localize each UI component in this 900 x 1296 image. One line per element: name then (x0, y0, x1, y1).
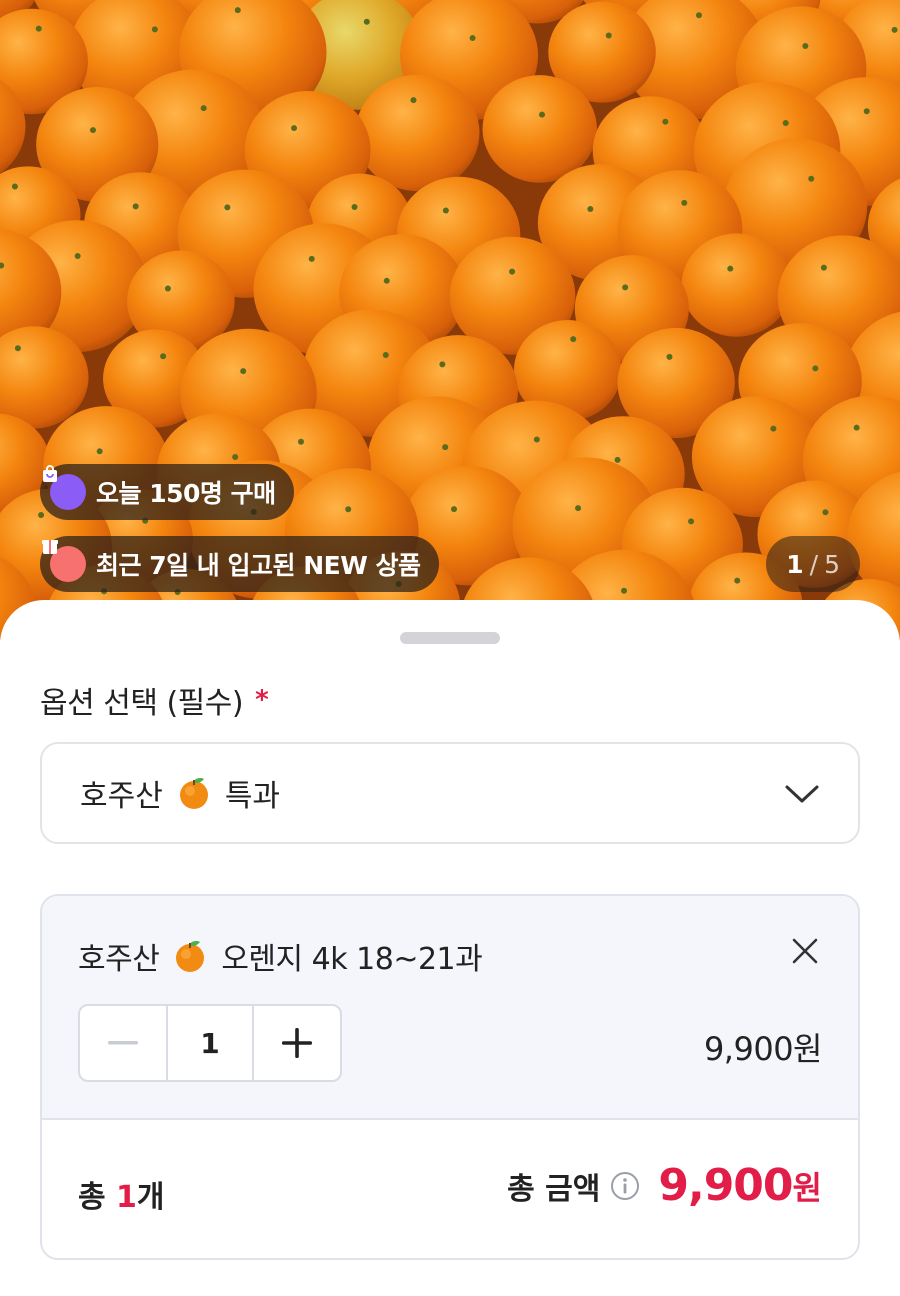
total-count-suffix: 개 (136, 1180, 165, 1215)
item-name-prefix: 호주산 (78, 942, 160, 977)
option-section-title: 옵션 선택 (필수) * (40, 678, 269, 722)
quantity-value[interactable]: 1 (166, 1006, 254, 1080)
selected-option-card: 호주산 오렌지 4k 18~21과 1 9,900원 총 1개 총 금액 9,9… (40, 894, 860, 1260)
remove-option-button[interactable] (790, 936, 820, 966)
total-count-value: 1 (116, 1180, 137, 1215)
new-arrival-badge: 최근 7일 내 입고된 NEW 상품 (40, 536, 439, 592)
close-icon (792, 938, 818, 964)
tangerine-emoji-icon (179, 778, 208, 809)
plus-icon (282, 1028, 312, 1058)
product-image[interactable]: 오늘 150명 구매 최근 7일 내 입고된 NEW 상품 1 / 5 (0, 0, 900, 640)
option-selected-suffix: 특과 (224, 779, 281, 814)
orange-fruit (482, 75, 597, 183)
image-counter-current: 1 (786, 549, 804, 579)
required-mark: * (255, 685, 269, 715)
decrease-quantity-button[interactable] (80, 1006, 166, 1080)
quantity-stepper: 1 (78, 1004, 342, 1082)
total-amount-value: 9,900 (658, 1160, 793, 1211)
gift-box-icon (42, 540, 86, 582)
option-bottom-sheet: 옵션 선택 (필수) * 호주산 특과 호주산 오렌지 4k 18~21과 1 … (0, 600, 900, 1296)
option-title-text: 옵션 선택 (필수) (40, 686, 244, 721)
orange-fruit (355, 74, 480, 192)
new-arrival-text: 최근 7일 내 입고된 NEW 상품 (96, 551, 421, 580)
info-icon[interactable] (610, 1171, 640, 1201)
total-amount: 총 금액 9,900 원 (507, 1160, 822, 1211)
item-name-suffix: 오렌지 4k 18~21과 (221, 942, 483, 977)
selected-option-name: 호주산 오렌지 4k 18~21과 (78, 934, 483, 978)
tangerine-emoji-icon (176, 941, 205, 972)
total-count: 총 1개 (78, 1172, 165, 1216)
image-counter-total: 5 (824, 549, 840, 579)
today-purchase-badge: 오늘 150명 구매 (40, 464, 294, 520)
orange-fruit (681, 233, 792, 337)
total-count-prefix: 총 (78, 1180, 117, 1215)
image-counter: 1 / 5 (766, 536, 860, 592)
order-summary: 총 1개 총 금액 9,900 원 (42, 1120, 858, 1258)
selected-option-item: 호주산 오렌지 4k 18~21과 1 9,900원 (42, 896, 858, 1120)
option-select-dropdown[interactable]: 호주산 특과 (40, 742, 860, 844)
total-amount-label: 총 금액 (507, 1171, 601, 1207)
option-selected-prefix: 호주산 (80, 779, 163, 814)
total-amount-unit: 원 (792, 1168, 822, 1207)
minus-icon (108, 1041, 138, 1045)
image-counter-separator: / (809, 549, 819, 579)
increase-quantity-button[interactable] (254, 1006, 340, 1080)
item-price: 9,900원 (703, 1030, 823, 1068)
shopping-bag-icon (43, 465, 86, 510)
sheet-drag-handle[interactable] (400, 632, 500, 644)
today-purchase-text: 오늘 150명 구매 (96, 479, 276, 508)
chevron-down-icon (785, 785, 819, 803)
